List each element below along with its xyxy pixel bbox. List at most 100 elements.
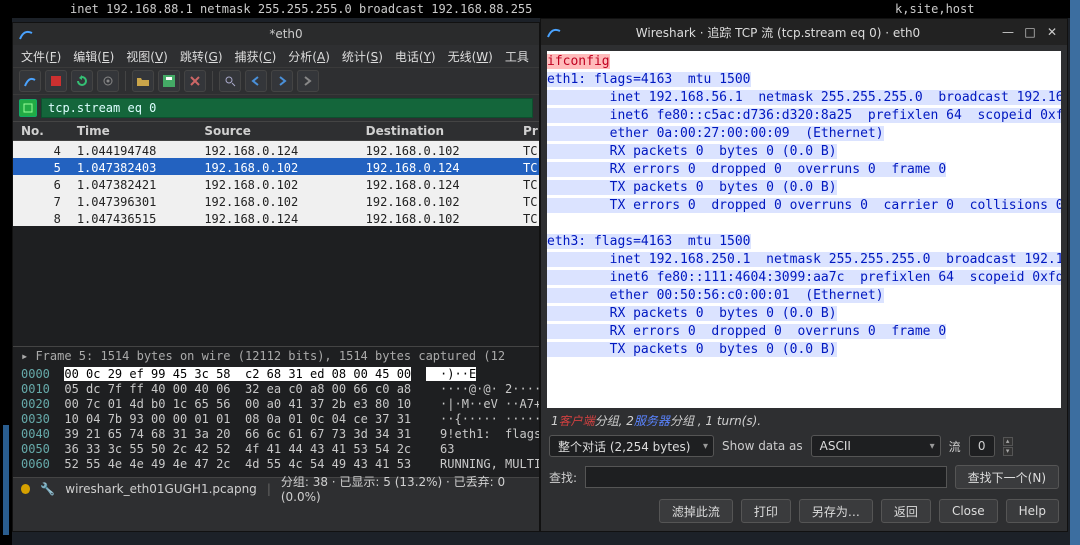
toolbar-next[interactable] [271,70,293,92]
stream-spinner[interactable]: ▴▾ [1003,437,1013,456]
menu-item[interactable]: 编辑(E) [73,48,114,65]
follow-turn-status: 1客户端分组, 2服务器分组 , 1 turn(s). [541,410,1067,431]
stream-line[interactable]: ether 0a:00:27:00:00:09 (Ethernet) [547,125,1061,143]
toolbar-options[interactable] [97,70,119,92]
toolbar-start-capture[interactable] [19,70,41,92]
stream-content[interactable]: ifconfigeth1: flags=4163 mtu 1500 inet 1… [547,51,1061,408]
stream-line[interactable]: inet6 fe80::111:4604:3099:aa7c prefixlen… [547,269,1061,287]
stream-line[interactable]: eth3: flags=4163 mtu 1500 [547,233,1061,251]
dialog-button[interactable]: Close [939,499,998,523]
col-no[interactable]: No. [13,122,69,140]
packet-list-header[interactable]: No. Time Source Destination Pr [13,121,539,141]
main-toolbar[interactable] [13,67,539,95]
follow-button-row: 滤掉此流打印另存为… 返回 Close Help [541,493,1067,531]
menu-item[interactable]: 电话(Y) [395,48,436,65]
dialog-button[interactable]: Help [1006,499,1059,523]
hex-row[interactable]: 0060 52 55 4e 4e 49 4e 47 2c 4d 55 4c 54… [21,457,531,472]
background-terminal: inet 192.168.88.1 netmask 255.255.255.0 … [0,0,860,18]
packet-list-empty [13,226,539,346]
follow-title: Wireshark · 追踪 TCP 流 (tcp.stream eq 0) ·… [636,24,920,41]
minimize-icon[interactable]: — [999,23,1017,41]
dialog-button[interactable]: 返回 [881,499,931,523]
background-terminal-right: k,site,host [855,0,1080,18]
follow-titlebar[interactable]: Wireshark · 追踪 TCP 流 (tcp.stream eq 0) ·… [541,19,1067,45]
stream-label: 流 [949,438,961,455]
encoding-select[interactable]: ASCII [811,435,941,457]
main-title: *eth0 [39,27,533,41]
hex-row[interactable]: 0000 00 0c 29 ef 99 45 3c 58 c2 68 31 ed… [21,367,531,382]
stream-line[interactable]: inet 192.168.56.1 netmask 255.255.255.0 … [547,89,1061,107]
main-statusbar: 🔧 wireshark_eth01GUGH1.pcapng | 分组: 38 ·… [13,477,539,499]
menu-item[interactable]: 分析(A) [288,48,330,65]
close-icon[interactable]: ✕ [1043,23,1061,41]
toolbar-find[interactable] [219,70,241,92]
hex-row[interactable]: 0010 05 dc 7f ff 40 00 40 06 32 ea c0 a8… [21,382,531,397]
packet-row[interactable]: 71.047396301192.168.0.102192.168.0.102TC [13,192,539,209]
stream-line[interactable]: RX packets 0 bytes 0 (0.0 B) [547,305,1061,323]
dialog-button[interactable]: 滤掉此流 [659,499,733,523]
toolbar-restart[interactable] [71,70,93,92]
packet-row[interactable]: 51.047382403192.168.0.102192.168.0.124TC [13,158,539,175]
wireshark-icon [19,27,33,41]
follow-find-row: 查找: 查找下一个(N) [541,461,1067,493]
menu-item[interactable]: 统计(S) [342,48,383,65]
hex-row[interactable]: 0020 00 7c 01 4d b0 1c 65 56 00 a0 41 37… [21,397,531,412]
wireshark-icon [547,25,561,39]
desktop-edge-right [1070,0,1080,545]
hex-row[interactable]: 0040 39 21 65 74 68 31 3a 20 66 6c 61 67… [21,427,531,442]
col-time[interactable]: Time [69,122,197,140]
maximize-icon[interactable]: □ [1021,23,1039,41]
stream-line[interactable]: RX errors 0 dropped 0 overruns 0 frame 0 [547,161,1061,179]
packet-list-pane[interactable]: No. Time Source Destination Pr 41.044194… [13,121,539,226]
stream-line[interactable]: inet 192.168.250.1 netmask 255.255.255.0… [547,251,1061,269]
stream-line[interactable]: RX errors 0 dropped 0 overruns 0 frame 0 [547,323,1061,341]
stream-line[interactable]: TX errors 0 dropped 0 overruns 0 carrier… [547,197,1061,215]
menu-item[interactable]: 视图(V) [126,48,168,65]
find-input[interactable] [585,466,947,488]
packet-row[interactable]: 61.047382421192.168.0.102192.168.0.124TC [13,175,539,192]
stream-line[interactable]: TX packets 0 bytes 0 (0.0 B) [547,179,1061,197]
toolbar-close[interactable] [184,70,206,92]
main-menubar[interactable]: 文件(F) 编辑(E) 视图(V) 跳转(G) 捕获(C) 分析(A) 统计(S) 电话(Y)… [13,45,539,67]
col-source[interactable]: Source [196,122,357,140]
col-protocol[interactable]: Pr [515,122,539,140]
toolbar-stop-capture[interactable] [45,70,67,92]
packet-row[interactable]: 41.044194748192.168.0.124192.168.0.102TC [13,141,539,158]
menu-item[interactable]: 捕获(C) [235,48,277,65]
menu-item[interactable]: 跳转(G) [180,48,223,65]
stream-line[interactable]: eth1: flags=4163 mtu 1500 [547,71,1061,89]
col-destination[interactable]: Destination [358,122,515,140]
stream-line[interactable]: ether 00:50:56:c0:00:01 (Ethernet) [547,287,1061,305]
find-next-button[interactable]: 查找下一个(N) [955,465,1059,489]
desktop-edge-left [0,0,12,545]
main-titlebar[interactable]: *eth0 [13,23,539,45]
filter-bookmark-icon[interactable] [19,99,37,117]
menu-item[interactable]: 无线(W) [448,48,493,65]
toolbar-save[interactable] [158,70,180,92]
stream-line[interactable]: RX packets 0 bytes 0 (0.0 B) [547,143,1061,161]
stream-number-input[interactable]: 0 [969,435,995,457]
hex-row[interactable]: 0050 36 33 3c 55 50 2c 42 52 4f 41 44 43… [21,442,531,457]
packet-details-pane[interactable]: ▸ Frame 5: 1514 bytes on wire (12112 bit… [13,346,539,365]
wireshark-main-window: *eth0 文件(F) 编辑(E) 视图(V) 跳转(G) 捕获(C) 分析(A) 统计(S… [12,22,540,532]
packet-bytes-pane[interactable]: 0000 00 0c 29 ef 99 45 3c 58 c2 68 31 ed… [13,365,539,477]
dialog-button[interactable]: 打印 [741,499,791,523]
display-filter-input[interactable] [41,98,533,118]
packet-row[interactable]: 81.047436515192.168.0.124192.168.0.102TC [13,209,539,226]
menu-item[interactable]: 工具 [505,48,529,65]
stream-line[interactable]: TX packets 0 bytes 0 (0.0 B) [547,341,1061,359]
statusbar-packets: 分组: 38 · 已显示: 5 (13.2%) · 已丢弃: 0 (0.0%) [281,473,531,504]
statusbar-profile-icon[interactable]: 🔧 [40,482,55,496]
stream-line[interactable]: inet6 fe80::c5ac:d736:d320:8a25 prefixle… [547,107,1061,125]
display-filter-bar [13,95,539,121]
toolbar-open[interactable] [132,70,154,92]
dialog-button[interactable]: 另存为… [799,499,873,523]
toolbar-prev[interactable] [245,70,267,92]
toolbar-goto[interactable] [297,70,319,92]
menu-item[interactable]: 文件(F) [21,48,61,65]
showdata-label: Show data as [722,439,803,453]
stream-line[interactable] [547,215,1061,233]
hex-row[interactable]: 0030 10 04 7b 93 00 00 01 01 08 0a 01 0c… [21,412,531,427]
conversation-select[interactable]: 整个对话 (2,254 bytes) [549,435,714,457]
expert-info-icon[interactable] [21,484,30,494]
